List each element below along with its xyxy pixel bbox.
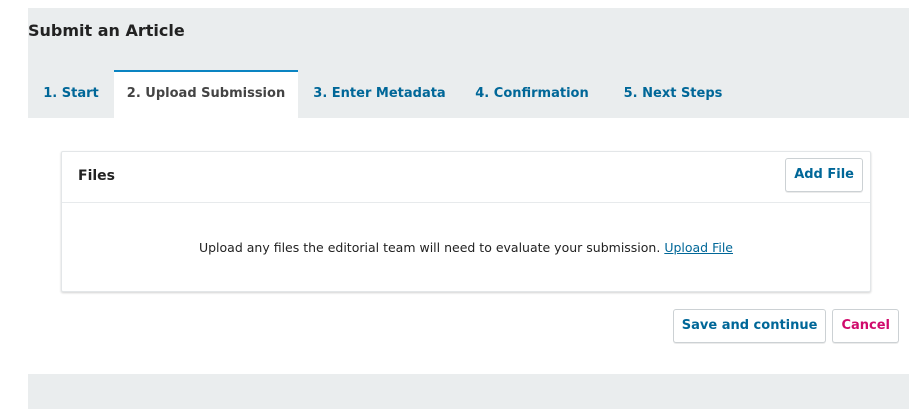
wizard-tabs: 1. Start 2. Upload Submission 3. Enter M…	[28, 70, 909, 118]
files-empty-text: Upload any files the editorial team will…	[198, 240, 661, 255]
files-empty-message: Upload any files the editorial team will…	[62, 240, 870, 255]
tab-confirmation[interactable]: 4. Confirmation	[461, 70, 603, 118]
files-header: Files Add File	[62, 152, 870, 203]
tab-next-steps[interactable]: 5. Next Steps	[603, 70, 743, 118]
tab-start[interactable]: 1. Start	[28, 70, 114, 118]
page-title: Submit an Article	[28, 21, 185, 40]
tab-enter-metadata[interactable]: 3. Enter Metadata	[298, 70, 461, 118]
upload-file-link[interactable]: Upload File	[664, 240, 733, 255]
upload-panel: Files Add File Upload any files the edit…	[28, 118, 909, 374]
tab-upload-submission[interactable]: 2. Upload Submission	[114, 70, 298, 118]
submission-canvas: Submit an Article 1. Start 2. Upload Sub…	[28, 8, 909, 409]
form-actions: Save and continue Cancel	[667, 309, 899, 343]
add-file-button[interactable]: Add File	[785, 158, 863, 192]
cancel-button[interactable]: Cancel	[832, 309, 899, 343]
files-title: Files	[78, 168, 115, 184]
save-and-continue-button[interactable]: Save and continue	[672, 309, 827, 343]
files-box: Files Add File Upload any files the edit…	[61, 151, 871, 292]
